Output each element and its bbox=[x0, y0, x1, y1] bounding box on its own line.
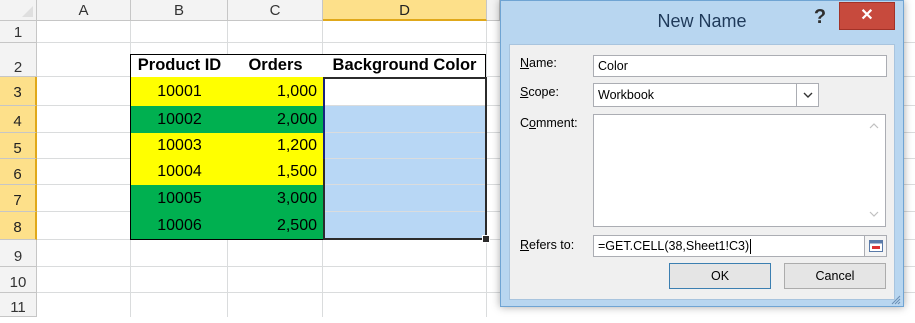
table-cell-product-id[interactable]: 10004 bbox=[131, 159, 228, 185]
selected-cell-d7[interactable] bbox=[325, 185, 485, 211]
selected-cell-d4[interactable] bbox=[325, 106, 485, 132]
row-header-1[interactable]: 1 bbox=[0, 21, 37, 43]
cancel-button[interactable]: Cancel bbox=[784, 263, 886, 289]
help-icon[interactable]: ? bbox=[807, 5, 833, 31]
refers-to-field[interactable]: =GET.CELL(38,Sheet1!C3) bbox=[593, 235, 887, 257]
table-cell-orders[interactable]: 2,500 bbox=[228, 212, 323, 240]
table-cell-orders[interactable]: 1,000 bbox=[228, 77, 323, 106]
row-header-8[interactable]: 8 bbox=[0, 212, 37, 240]
column-header-a[interactable]: A bbox=[37, 0, 131, 21]
select-all-corner[interactable] bbox=[0, 0, 37, 21]
scroll-down-icon[interactable] bbox=[869, 209, 879, 220]
row-header-4[interactable]: 4 bbox=[0, 106, 37, 133]
column-header-d[interactable]: D bbox=[323, 0, 487, 21]
text-cursor bbox=[750, 238, 752, 254]
table-cell-orders[interactable]: 1,500 bbox=[228, 159, 323, 185]
table-cell-product-id[interactable]: 10006 bbox=[131, 212, 228, 240]
table-cell-product-id[interactable]: 10005 bbox=[131, 185, 228, 212]
comment-label: Comment: bbox=[520, 116, 578, 130]
table-cell-product-id[interactable]: 10003 bbox=[131, 133, 228, 159]
refers-to-value: =GET.CELL(38,Sheet1!C3) bbox=[598, 239, 750, 253]
scroll-up-icon[interactable] bbox=[869, 121, 879, 132]
table-cell-product-id[interactable]: 10002 bbox=[131, 106, 228, 133]
table-cell-orders[interactable]: 1,200 bbox=[228, 133, 323, 159]
comment-textarea[interactable] bbox=[593, 114, 886, 227]
table-cell-orders[interactable]: 2,000 bbox=[228, 106, 323, 133]
row-header-2[interactable]: 2 bbox=[0, 43, 37, 77]
table-cell-orders[interactable]: 3,000 bbox=[228, 185, 323, 212]
scope-label: Scope: bbox=[520, 85, 559, 99]
name-field[interactable]: Color bbox=[593, 55, 887, 77]
table-header-product-id[interactable]: Product ID bbox=[131, 54, 228, 77]
column-header-c[interactable]: C bbox=[228, 0, 323, 21]
column-header-e[interactable] bbox=[487, 0, 500, 21]
name-label: Name: bbox=[520, 56, 557, 70]
fill-handle[interactable] bbox=[482, 235, 490, 243]
dialog-body: Name: Color Scope: Workbook Comment: Ref… bbox=[509, 44, 895, 300]
active-cell-indicator bbox=[323, 79, 325, 159]
scope-select-value: Workbook bbox=[598, 88, 655, 102]
selected-cell-d6[interactable] bbox=[325, 159, 485, 184]
row-header-10[interactable]: 10 bbox=[0, 267, 37, 293]
row-header-6[interactable]: 6 bbox=[0, 159, 37, 185]
selected-cell-d5[interactable] bbox=[325, 133, 485, 158]
column-header-b[interactable]: B bbox=[131, 0, 228, 21]
row-header-7[interactable]: 7 bbox=[0, 185, 37, 212]
chevron-down-icon[interactable] bbox=[796, 84, 818, 106]
row-header-9[interactable]: 9 bbox=[0, 240, 37, 267]
refers-to-label: Refers to: bbox=[520, 238, 575, 252]
dialog-titlebar[interactable]: New Name ? ✕ bbox=[501, 1, 903, 43]
scope-select[interactable]: Workbook bbox=[593, 83, 819, 107]
table-header-background-color[interactable]: Background Color bbox=[323, 54, 486, 77]
close-icon[interactable]: ✕ bbox=[839, 2, 895, 30]
resize-grip-icon[interactable] bbox=[889, 292, 901, 305]
row-header-3[interactable]: 3 bbox=[0, 77, 37, 106]
table-header-orders[interactable]: Orders bbox=[228, 54, 323, 77]
selected-cell-d8[interactable] bbox=[325, 212, 485, 238]
new-name-dialog: New Name ? ✕ Name: Color Scope: Workbook… bbox=[500, 0, 904, 307]
table-cell-product-id[interactable]: 10001 bbox=[131, 77, 228, 106]
ok-button[interactable]: OK bbox=[669, 263, 771, 289]
row-header-11[interactable]: 11 bbox=[0, 293, 37, 317]
range-selector-icon[interactable] bbox=[864, 236, 886, 256]
row-header-5[interactable]: 5 bbox=[0, 133, 37, 159]
active-cell-d3[interactable] bbox=[325, 79, 485, 105]
